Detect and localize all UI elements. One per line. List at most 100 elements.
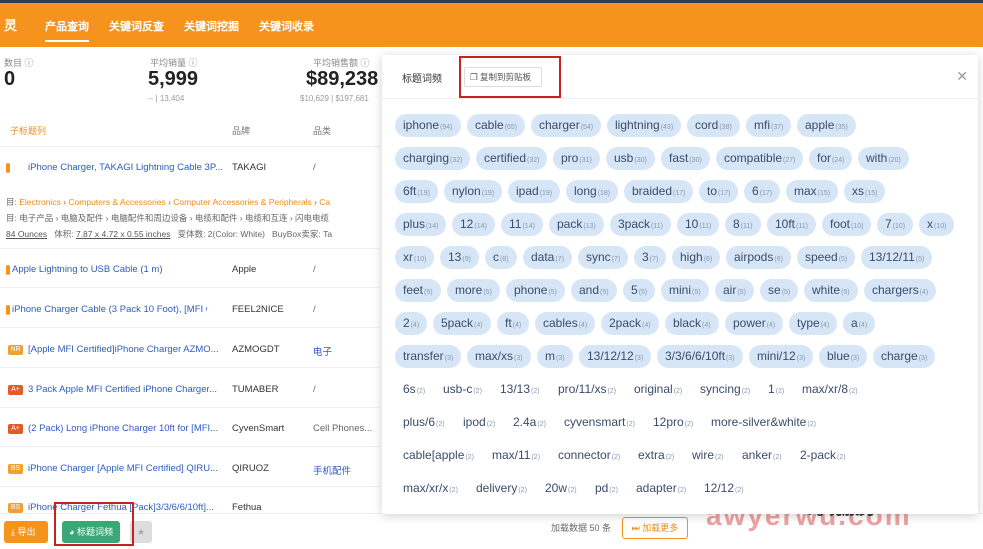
keyword-tag[interactable]: max(15) [786,180,839,203]
keyword-tag[interactable]: pack(13) [549,213,604,236]
crumb-electronics[interactable]: Electronics [19,197,61,207]
keyword-tag[interactable]: pro/11/xs(2) [550,378,624,401]
nav-keyword-reverse[interactable]: 关键词反查 [109,18,164,34]
keyword-tag[interactable]: wire(2) [684,444,732,467]
keyword-tag[interactable]: transfer(3) [395,345,462,368]
keyword-tag[interactable]: 1(2) [760,378,792,401]
keyword-tag[interactable]: data(7) [523,246,572,269]
keyword-tag[interactable]: 2-pack(2) [792,444,854,467]
keyword-tag[interactable]: iphone(94) [395,114,461,137]
keyword-tag[interactable]: 6(17) [744,180,781,203]
close-icon[interactable]: ✕ [956,68,968,85]
keyword-tag[interactable]: adapter(2) [628,477,694,500]
keyword-tag[interactable]: 11(14) [501,213,543,236]
keyword-tag[interactable]: 12pro(2) [645,411,701,434]
keyword-tag[interactable]: anker(2) [734,444,790,467]
keyword-tag[interactable]: se(5) [760,279,799,302]
keyword-tag[interactable]: white(5) [804,279,858,302]
keyword-tag[interactable]: nylon(19) [444,180,503,203]
keyword-tag[interactable]: plus(14) [395,213,447,236]
keyword-tag[interactable]: 7(10) [877,213,914,236]
keyword-tag[interactable]: 8(11) [725,213,761,236]
keyword-tag[interactable]: max/xs(3) [467,345,531,368]
keyword-tag[interactable]: usb-c(2) [435,378,490,401]
row-title[interactable]: iPhone Charger, TAKAGI Lightning Cable 3… [28,162,223,173]
row-title[interactable]: iPhone Charger Cable (3 Pack 10 Foot), [… [12,304,207,315]
keyword-tag[interactable]: speed(5) [797,246,856,269]
keyword-tag[interactable]: mini/12(3) [749,345,814,368]
keyword-tag[interactable]: 5(5) [623,279,656,302]
row-title[interactable]: [Apple MFI Certified]iPhone Charger AZMO… [28,344,223,355]
keyword-tag[interactable]: air(5) [715,279,754,302]
keyword-tag[interactable]: 12(14) [452,213,495,236]
row-title[interactable]: (2 Pack) Long iPhone Charger 10ft for [M… [28,423,223,434]
keyword-tag[interactable]: charge(3) [873,345,936,368]
th-brand[interactable]: 品牌 [232,124,250,137]
keyword-tag[interactable]: braided(17) [624,180,694,203]
keyword-tag[interactable]: max/11(2) [484,444,548,467]
keyword-tag[interactable]: 10ft(11) [767,213,816,236]
keyword-tag[interactable]: connector(2) [550,444,628,467]
keyword-tag[interactable]: mini(5) [661,279,709,302]
keyword-tag[interactable]: feet(5) [395,279,441,302]
keyword-tag[interactable]: c(8) [485,246,517,269]
keyword-tag[interactable]: black(4) [665,312,719,335]
keyword-tag[interactable]: ft(4) [497,312,530,335]
keyword-tag[interactable]: charging(32) [395,147,471,170]
keyword-tag[interactable]: syncing(2) [692,378,758,401]
keyword-tag[interactable]: 5pack(4) [433,312,491,335]
keyword-tag[interactable]: cord(38) [687,114,740,137]
keyword-tag[interactable]: cable(65) [467,114,526,137]
keyword-tag[interactable]: 3/3/6/6/10ft(3) [657,345,743,368]
keyword-tag[interactable]: 3pack(11) [610,213,671,236]
keyword-tag[interactable]: usb(30) [606,147,655,170]
keyword-tag[interactable]: charger(54) [531,114,602,137]
row-title[interactable]: iPhone Charger [Apple MFI Certified] QIR… [28,463,223,474]
keyword-tag[interactable]: more(5) [447,279,500,302]
keyword-tag[interactable]: for(24) [809,147,853,170]
keyword-tag[interactable]: xs(15) [844,180,886,203]
nav-product-query[interactable]: 产品查询 [45,18,89,42]
keyword-tag[interactable]: type(4) [789,312,838,335]
keyword-tag[interactable]: plus/6(2) [395,411,453,434]
keyword-tag[interactable]: and(5) [571,279,617,302]
keyword-tag[interactable]: mfi(37) [746,114,792,137]
keyword-tag[interactable]: ipod(2) [455,411,503,434]
keyword-tag[interactable]: compatible(27) [716,147,804,170]
keyword-tag[interactable]: 20w(2) [537,477,585,500]
keyword-tag[interactable]: x(10) [919,213,955,236]
nav-keyword-mining[interactable]: 关键词挖掘 [184,18,239,34]
keyword-tag[interactable]: 2pack(4) [601,312,659,335]
crumb-cables[interactable]: Ca [319,197,330,207]
keyword-tag[interactable]: cables(4) [535,312,596,335]
keyword-tag[interactable]: with(20) [858,147,909,170]
crumb-accessories[interactable]: Computer Accessories & Peripherals [173,197,311,207]
th-title[interactable]: 子标题列 [10,124,46,137]
keyword-tag[interactable]: 3(7) [634,246,667,269]
keyword-tag[interactable]: apple(35) [797,114,856,137]
keyword-tag[interactable]: max/xr/x(2) [395,477,466,500]
keyword-tag[interactable]: pd(2) [587,477,626,500]
keyword-tag[interactable]: power(4) [725,312,784,335]
keyword-tag[interactable]: 13/12/12(3) [579,345,652,368]
keyword-tag[interactable]: certified(32) [476,147,548,170]
keyword-tag[interactable]: 10(11) [677,213,720,236]
row-title[interactable]: 3 Pack Apple MFI Certified iPhone Charge… [28,384,223,395]
keyword-tag[interactable]: 12/12(2) [696,477,752,500]
keyword-tag[interactable]: m(3) [537,345,573,368]
keyword-tag[interactable]: 6ft(19) [395,180,438,203]
keyword-tag[interactable]: delivery(2) [468,477,535,500]
keyword-tag[interactable]: 2(4) [395,312,428,335]
keyword-tag[interactable]: more-silver&white(2) [703,411,824,434]
row-title[interactable]: Apple Lightning to USB Cable (1 m) [12,264,207,275]
keyword-tag[interactable]: cyvensmart(2) [556,411,643,434]
keyword-tag[interactable]: chargers(4) [864,279,937,302]
keyword-tag[interactable]: 6s(2) [395,378,433,401]
load-more-button[interactable]: ⏭ 加载更多 [622,517,688,539]
keyword-tag[interactable]: blue(3) [819,345,868,368]
keyword-tag[interactable]: ipad(19) [508,180,561,203]
keyword-tag[interactable]: original(2) [626,378,690,401]
th-category[interactable]: 品类 [313,124,331,137]
keyword-tag[interactable]: airpods(6) [726,246,791,269]
keyword-tag[interactable]: max/xr/8(2) [794,378,866,401]
